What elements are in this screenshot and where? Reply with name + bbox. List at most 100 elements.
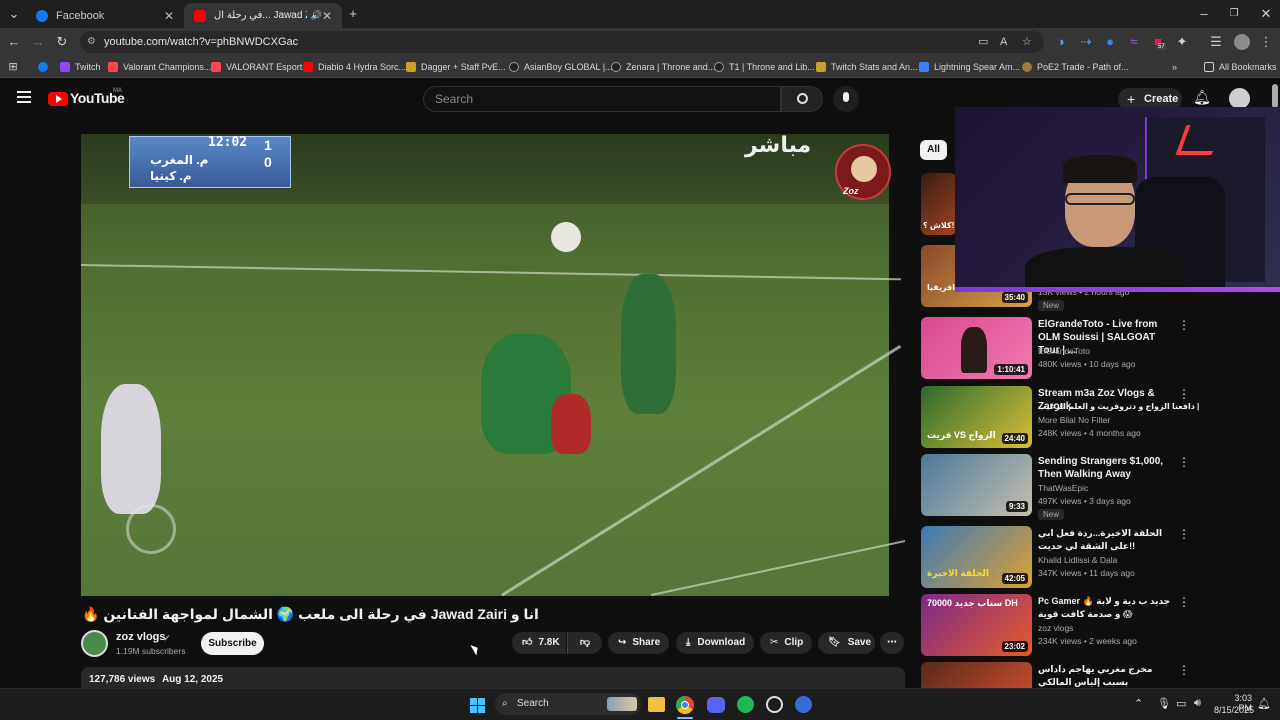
- recommendation-title[interactable]: مخرج مغربي يهاجم داداس بسبب إلياس المالك…: [1038, 663, 1176, 689]
- youtube-logo-icon[interactable]: [48, 92, 68, 106]
- recommendation-channel[interactable]: More Bilal No Filter: [1038, 414, 1110, 427]
- volume-icon[interactable]: 🔊︎: [1194, 697, 1201, 710]
- all-bookmarks[interactable]: All Bookmarks: [1204, 56, 1277, 78]
- extension-1-icon[interactable]: ◗: [1052, 28, 1072, 56]
- download-button[interactable]: ⤓ Download: [676, 632, 754, 654]
- forward-icon[interactable]: →: [28, 28, 48, 56]
- like-button[interactable]: 👍︎ 7.8K: [512, 632, 566, 654]
- extension-badge: 57: [1156, 44, 1167, 50]
- more-actions-button[interactable]: ⋯: [880, 632, 904, 654]
- recommendation-channel[interactable]: Khalid Lidlissi & Dala: [1038, 554, 1117, 567]
- new-tab-icon[interactable]: +: [343, 0, 363, 28]
- dislike-button[interactable]: 👎︎: [567, 632, 602, 654]
- tab-search-icon[interactable]: ⌄: [4, 0, 24, 28]
- page-scrollbar[interactable]: [1272, 84, 1278, 108]
- video-player[interactable]: 12:02 1 0 م. المغرب م. كينيا مباشر Zoz: [81, 134, 905, 596]
- search-button[interactable]: [781, 86, 823, 112]
- bookmark-item[interactable]: T1 | Throne and Lib...: [714, 56, 815, 78]
- bookmark-item[interactable]: Diablo 4 Hydra Sorc...: [303, 56, 406, 78]
- bookmark-star-icon[interactable]: ☆: [1022, 31, 1032, 53]
- search-input[interactable]: Search: [423, 86, 781, 112]
- bookmark-item[interactable]: Valorant Champions...: [108, 56, 211, 78]
- clock-date[interactable]: 8/15/2025: [1214, 705, 1254, 715]
- tab-facebook[interactable]: Facebook ✕: [26, 3, 184, 28]
- bookmark-item[interactable]: PoE2 Trade - Path of...: [1022, 56, 1129, 78]
- browser-menu-icon[interactable]: ⋮: [1256, 28, 1276, 56]
- channel-name[interactable]: zoz vlogs: [116, 631, 166, 643]
- account-avatar[interactable]: [1229, 88, 1250, 109]
- window-close-icon[interactable]: ✕: [1256, 0, 1276, 28]
- side-panel-icon[interactable]: ☰: [1206, 28, 1226, 56]
- cast-icon[interactable]: ▭: [978, 31, 988, 53]
- notifications-bell-icon[interactable]: 🔔︎: [1193, 89, 1211, 106]
- minimize-icon[interactable]: –: [1194, 0, 1214, 28]
- close-icon[interactable]: ✕: [164, 9, 174, 23]
- recommendation-thumbnail[interactable]: الحلقة الاخيرة 42:05: [921, 526, 1032, 588]
- subscribe-button[interactable]: Subscribe: [201, 632, 264, 655]
- recommendation-channel[interactable]: zoz vlogs: [1038, 622, 1073, 635]
- speaker-icon[interactable]: 🔊: [311, 10, 322, 21]
- more-options-icon[interactable]: ⋮: [1178, 663, 1190, 677]
- bookmark-item[interactable]: Dagger + Staff PvE...: [406, 56, 506, 78]
- reload-icon[interactable]: ↻: [52, 28, 72, 56]
- apps-grid-icon[interactable]: ⊞: [3, 56, 23, 78]
- windows-start-icon[interactable]: [470, 698, 485, 713]
- save-button[interactable]: 🔖︎ Save: [818, 632, 875, 654]
- restore-icon[interactable]: ❐: [1224, 0, 1244, 28]
- tab-youtube[interactable]: في رحلة ال... Jawad Zairi انا و 🔊 ✕: [184, 3, 342, 28]
- notification-center-icon[interactable]: 🔔︎: [1257, 697, 1271, 710]
- hamburger-menu-icon[interactable]: [17, 91, 31, 103]
- extension-2-icon[interactable]: ⇢: [1076, 28, 1096, 56]
- clip-button[interactable]: ✂ Clip: [760, 632, 812, 654]
- recommendation-channel[interactable]: ElGrandeToto: [1038, 345, 1090, 358]
- more-options-icon[interactable]: ⋮: [1178, 595, 1190, 609]
- bookmarks-overflow-icon[interactable]: »: [1172, 56, 1177, 78]
- app-icon[interactable]: [766, 696, 783, 713]
- network-icon[interactable]: ▭: [1176, 697, 1186, 710]
- share-button[interactable]: ↪ Share: [608, 632, 669, 654]
- site-info-icon[interactable]: ⚙: [87, 31, 96, 53]
- bookmark-item[interactable]: VALORANT Esports: [211, 56, 307, 78]
- translate-icon[interactable]: A: [1000, 31, 1007, 53]
- more-options-icon[interactable]: ⋮: [1178, 455, 1190, 469]
- more-options-icon[interactable]: ⋮: [1178, 387, 1190, 401]
- recommendation-thumbnail[interactable]: 1:10:41: [921, 317, 1032, 379]
- extension-5-icon[interactable]: ■: [1148, 28, 1168, 56]
- recommendation-thumbnail[interactable]: ستاب جديد 70000 DH 23:02: [921, 594, 1032, 656]
- discord-icon[interactable]: [707, 697, 725, 713]
- bookmark-facebook[interactable]: [38, 56, 53, 78]
- recommendation-thumbnail[interactable]: فريت VS الزواج 24:40: [921, 386, 1032, 448]
- spotify-icon[interactable]: [737, 696, 754, 713]
- more-options-icon[interactable]: ⋮: [1178, 527, 1190, 541]
- file-explorer-icon[interactable]: [648, 697, 665, 712]
- bookmark-item[interactable]: Lightning Spear Am...: [919, 56, 1020, 78]
- bookmark-item[interactable]: Twitch Stats and An...: [816, 56, 918, 78]
- tray-overflow-icon[interactable]: ⌃: [1134, 697, 1143, 710]
- app-icon[interactable]: [795, 696, 812, 713]
- bookmark-item[interactable]: Zenara | Throne and...: [611, 56, 715, 78]
- address-bar[interactable]: ⚙ youtube.com/watch?v=phBNWDCXGac ▭ A ☆: [80, 31, 1044, 53]
- bookmark-item[interactable]: Twitch: [60, 56, 101, 78]
- mic-tray-icon[interactable]: 🎙︎: [1157, 697, 1171, 710]
- bookmark-label: Twitch: [75, 62, 101, 72]
- recommendation-channel[interactable]: ThatWasEpic: [1038, 482, 1088, 495]
- close-icon[interactable]: ✕: [322, 9, 332, 23]
- voice-search-button[interactable]: [833, 86, 859, 112]
- extensions-puzzle-icon[interactable]: ✦: [1172, 28, 1192, 56]
- channel-avatar[interactable]: [81, 630, 108, 657]
- recommendation-title[interactable]: الحلقة الاخيرة...ردة فعل ابي على الشقة ل…: [1038, 527, 1176, 553]
- recommendation-thumbnail[interactable]: 9:33: [921, 454, 1032, 516]
- taskbar-search[interactable]: ⌕ Search: [495, 693, 641, 715]
- bookmark-item[interactable]: AsianBoy GLOBAL |...: [509, 56, 613, 78]
- chrome-icon[interactable]: [676, 696, 694, 714]
- back-icon[interactable]: ←: [4, 28, 24, 56]
- recommendation-title[interactable]: Sending Strangers $1,000, Then Walking A…: [1038, 455, 1176, 481]
- extension-3-icon[interactable]: ●: [1100, 28, 1120, 56]
- extension-4-icon[interactable]: ≈: [1124, 28, 1144, 56]
- recommendation-thumbnail[interactable]: [921, 662, 1032, 688]
- chip-all[interactable]: All: [920, 140, 947, 160]
- recommendation-thumbnail[interactable]: كلاش ؟!: [921, 173, 956, 235]
- more-options-icon[interactable]: ⋮: [1178, 318, 1190, 332]
- recommendation-title[interactable]: Pc Gamer 🔥 جديد ب دية و لابة و صدمة كافت…: [1038, 595, 1176, 621]
- profile-avatar[interactable]: [1234, 34, 1250, 50]
